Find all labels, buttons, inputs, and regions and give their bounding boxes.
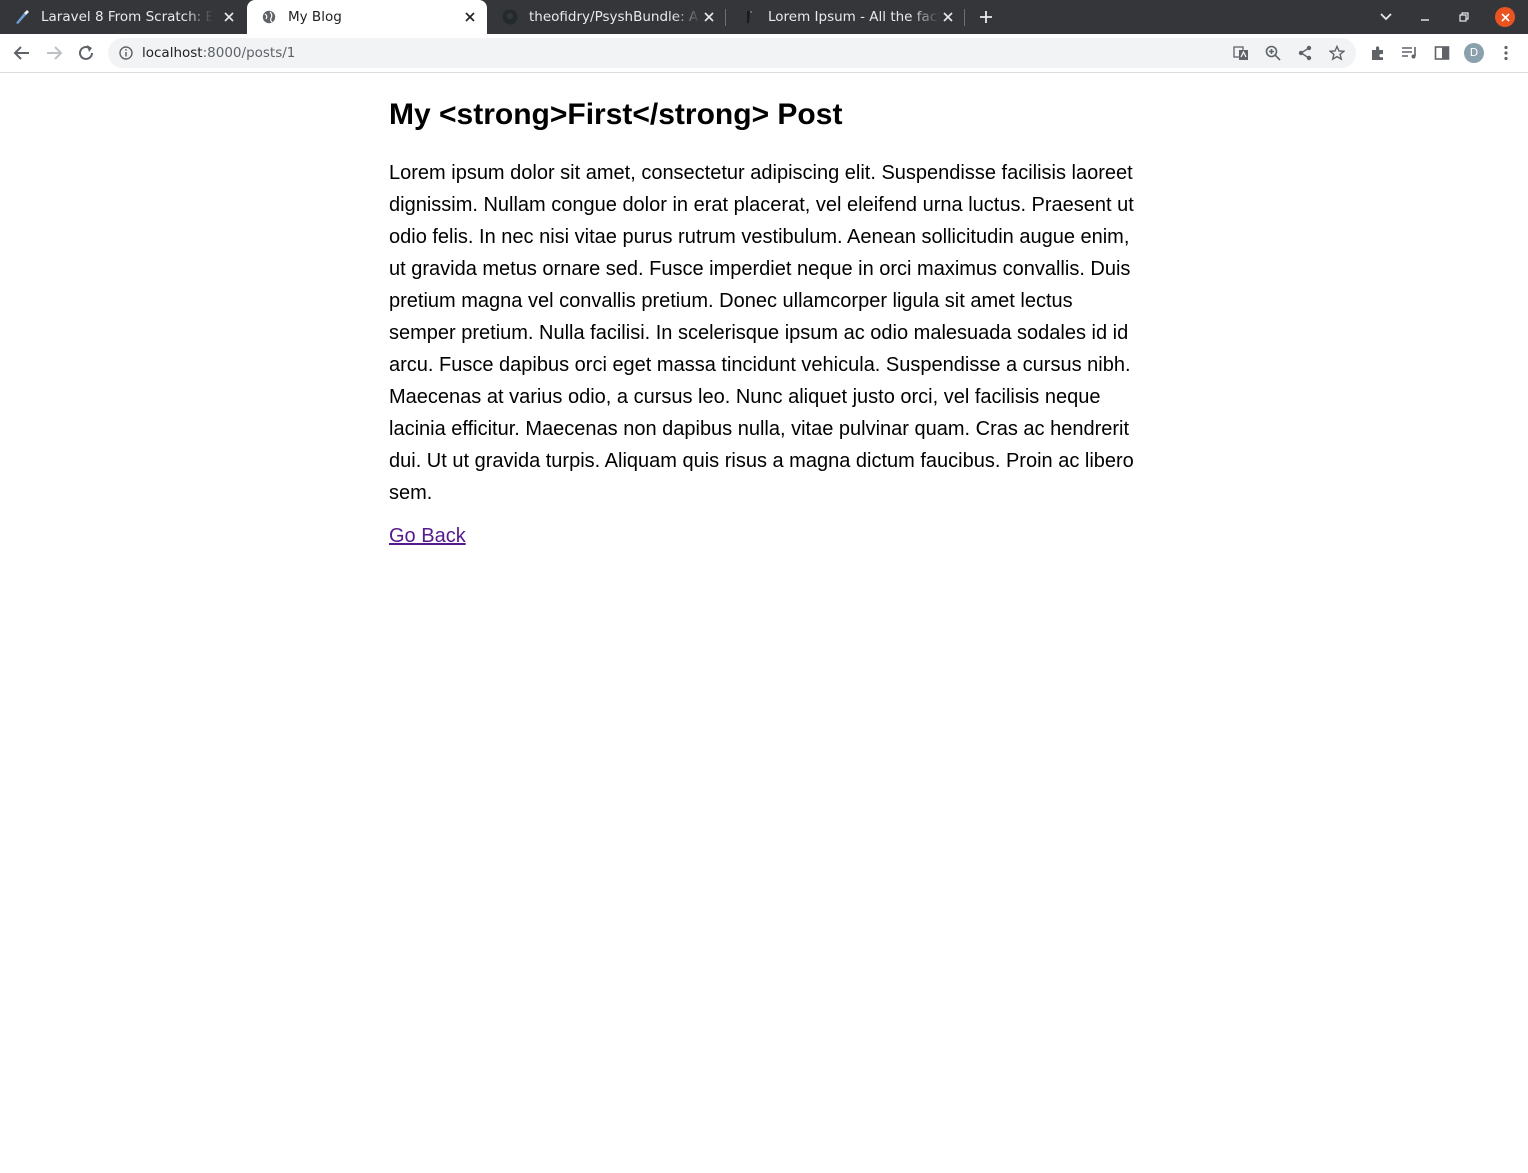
- close-icon: [1500, 12, 1510, 22]
- tab-title: theofidry/PsyshBundle: A: [529, 8, 701, 26]
- side-panel-icon[interactable]: [1433, 44, 1451, 62]
- tab-search-chevron-icon[interactable]: [1376, 7, 1396, 27]
- github-icon: [502, 9, 518, 25]
- translate-icon[interactable]: [1233, 45, 1249, 61]
- back-arrow-icon[interactable]: [11, 42, 33, 64]
- forward-arrow-icon[interactable]: [43, 42, 65, 64]
- reload-icon[interactable]: [75, 42, 97, 64]
- post-title: My <strong>First</strong> Post: [389, 98, 843, 131]
- go-back-link[interactable]: Go Back: [389, 521, 466, 551]
- tab-laravel[interactable]: Laravel 8 From Scratch: Eloquent: [0, 0, 246, 34]
- zoom-icon[interactable]: [1265, 45, 1281, 61]
- url-host: localhost: [142, 45, 203, 61]
- close-window-button[interactable]: [1495, 7, 1515, 27]
- tab-my-blog[interactable]: My Blog: [247, 0, 487, 34]
- bookmark-star-icon[interactable]: [1329, 45, 1345, 61]
- address-bar[interactable]: localhost:8000/posts/1: [108, 38, 1356, 68]
- share-icon[interactable]: [1297, 45, 1313, 61]
- close-tab-icon[interactable]: [701, 9, 717, 25]
- profile-avatar[interactable]: D: [1464, 43, 1484, 63]
- tab-title: My Blog: [288, 9, 342, 25]
- close-tab-icon[interactable]: [462, 9, 478, 25]
- browser-toolbar: localhost:8000/posts/1 D: [0, 34, 1528, 73]
- tab-title: Laravel 8 From Scratch: Eloquent: [41, 8, 213, 26]
- url-path: :8000/posts/1: [202, 45, 296, 61]
- close-tab-icon[interactable]: [940, 9, 956, 25]
- globe-icon: [261, 9, 277, 25]
- lorem-ipsum-icon: [741, 9, 757, 25]
- minimize-icon[interactable]: [1415, 7, 1435, 27]
- url-text[interactable]: localhost:8000/posts/1: [142, 44, 295, 62]
- tab-title: Lorem Ipsum - All the facts: [768, 8, 940, 26]
- site-info-icon[interactable]: [118, 45, 134, 61]
- laravel-icon: [14, 9, 30, 25]
- media-controls-icon[interactable]: [1401, 44, 1419, 62]
- restore-icon[interactable]: [1454, 7, 1474, 27]
- tab-psysh-bundle[interactable]: theofidry/PsyshBundle: A: [488, 0, 726, 34]
- tab-strip: Laravel 8 From Scratch: Eloquent My Blog…: [0, 0, 1528, 34]
- close-tab-icon[interactable]: [221, 9, 237, 25]
- extensions-puzzle-icon[interactable]: [1369, 44, 1387, 62]
- kebab-menu-icon[interactable]: [1497, 44, 1515, 62]
- post-article: My <strong>First</strong> Post Lorem ips…: [389, 73, 1139, 551]
- tab-lorem-ipsum[interactable]: Lorem Ipsum - All the facts: [727, 0, 965, 34]
- post-body: Lorem ipsum dolor sit amet, consectetur …: [389, 162, 1134, 504]
- new-tab-icon[interactable]: [976, 7, 996, 27]
